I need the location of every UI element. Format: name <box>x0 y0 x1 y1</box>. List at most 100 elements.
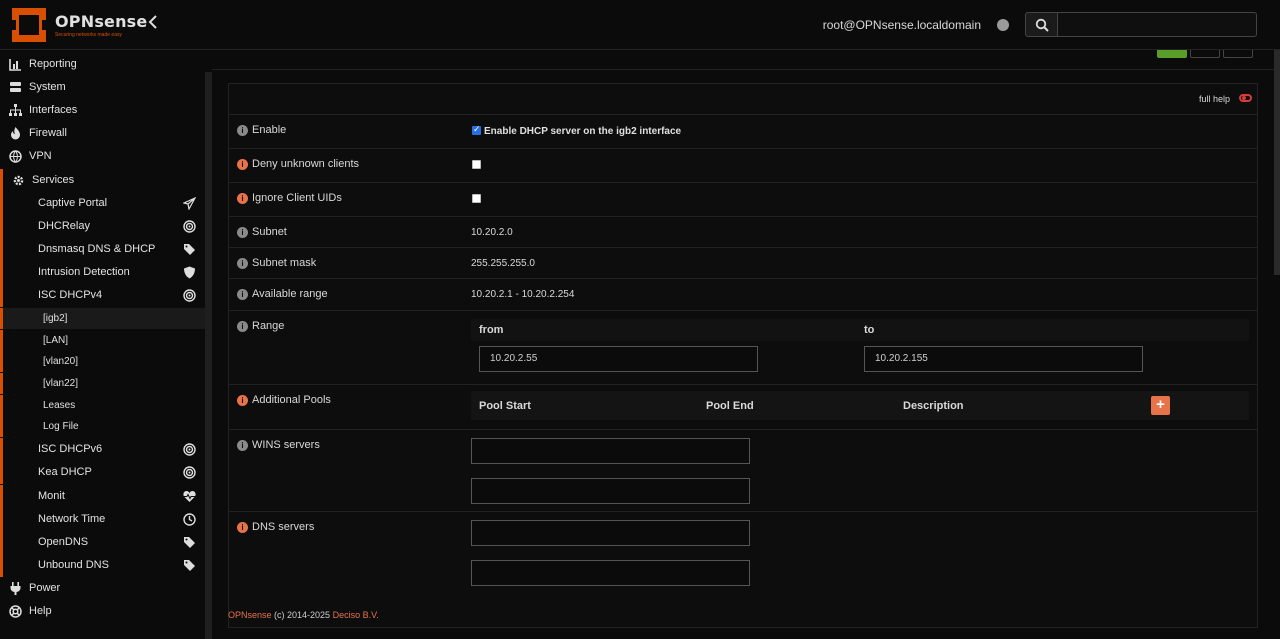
sidebar-item-vlan22[interactable]: [vlan22] <box>0 373 205 394</box>
sidebar-item-label: Monit <box>38 490 65 502</box>
subnet-row: i Subnet 10.20.2.0 <box>229 217 1257 248</box>
toolbar-button[interactable] <box>1190 50 1220 58</box>
sidebar-item-help[interactable]: Help <box>0 600 205 623</box>
sidebar-item-label: ISC DHCPv6 <box>38 443 103 455</box>
paper-plane-icon <box>183 197 196 210</box>
sidebar-item-kea-dhcp[interactable]: Kea DHCP <box>0 461 205 484</box>
sidebar-item-label: Intrusion Detection <box>38 266 130 278</box>
target-icon <box>183 443 196 456</box>
wins-server-2-input[interactable] <box>471 478 750 504</box>
sidebar-scrollbar[interactable] <box>205 72 212 639</box>
sidebar-item-network-time[interactable]: Network Time <box>0 508 205 531</box>
collapse-sidebar-icon[interactable] <box>148 15 162 35</box>
info-icon[interactable]: i <box>237 159 248 170</box>
additional-pools-label: Additional Pools <box>252 394 331 406</box>
info-icon[interactable]: i <box>237 227 248 238</box>
info-icon[interactable]: i <box>237 193 248 204</box>
deny-unknown-checkbox[interactable] <box>472 160 481 169</box>
full-help-label[interactable]: full help <box>1199 94 1230 104</box>
ignore-uids-label: Ignore Client UIDs <box>252 192 342 204</box>
dns-server-1-input[interactable] <box>471 520 750 546</box>
full-help-toggle[interactable] <box>1239 94 1252 102</box>
sidebar-item-lan[interactable]: [LAN] <box>0 330 205 351</box>
info-icon[interactable]: i <box>237 522 248 533</box>
description-header: Description <box>903 400 964 412</box>
sidebar-item-label: ISC DHCPv4 <box>38 289 103 301</box>
sidebar-item-system[interactable]: System <box>0 76 205 99</box>
sidebar-item-unbound-dns[interactable]: Unbound DNS <box>0 554 205 577</box>
target-icon <box>183 466 196 479</box>
network-icon <box>9 104 22 116</box>
enable-checkbox[interactable] <box>472 124 481 135</box>
sidebar-item-dnsmasq[interactable]: Dnsmasq DNS & DHCP <box>0 238 205 261</box>
page-scrollbar[interactable] <box>1274 50 1280 275</box>
globe-icon <box>9 150 22 163</box>
sidebar-item-label: Reporting <box>29 58 77 70</box>
sidebar-item-intrusion-detection[interactable]: Intrusion Detection <box>0 261 205 284</box>
sidebar-item-power[interactable]: Power <box>0 577 205 600</box>
range-to-input[interactable]: 10.20.2.155 <box>864 346 1143 372</box>
sidebar-item-label: Captive Portal <box>38 197 108 209</box>
shield-icon <box>184 266 195 279</box>
sidebar-item-label: Network Time <box>38 513 106 525</box>
sidebar-item-services[interactable]: Services <box>0 169 205 192</box>
sidebar-item-label: Services <box>32 174 75 186</box>
sidebar-item-isc-dhcpv6[interactable]: ISC DHCPv6 <box>0 438 205 461</box>
sidebar-item-label: Help <box>29 605 52 617</box>
sidebar-item-vlan20[interactable]: [vlan20] <box>0 351 205 372</box>
dhcp-settings-panel: full help i Enable Enable DHCP server on… <box>228 83 1258 628</box>
sidebar-item-log-file[interactable]: Log File <box>0 416 205 437</box>
sidebar-item-reporting[interactable]: Reporting <box>0 53 205 76</box>
sidebar-item-isc-dhcpv4[interactable]: ISC DHCPv4 <box>0 284 205 307</box>
sidebar-item-interfaces[interactable]: Interfaces <box>0 99 205 122</box>
available-range-label: Available range <box>252 288 328 300</box>
info-icon[interactable]: i <box>237 321 248 332</box>
sidebar-item-igb2[interactable]: [igb2] <box>0 308 205 329</box>
page-toolbar <box>212 50 1274 70</box>
info-icon[interactable]: i <box>237 395 248 406</box>
subnet-mask-label: Subnet mask <box>252 257 317 269</box>
search-input[interactable] <box>1057 12 1257 37</box>
range-from-input[interactable]: 10.20.2.55 <box>479 346 758 372</box>
deny-unknown-label: Deny unknown clients <box>252 158 360 170</box>
enable-row: i Enable Enable DHCP server on the igb2 … <box>229 115 1257 149</box>
range-header: from to <box>471 319 1249 341</box>
enable-label: Enable <box>252 124 287 136</box>
sidebar-item-dhcrelay[interactable]: DHCRelay <box>0 215 205 238</box>
ignore-uids-checkbox[interactable] <box>472 194 481 203</box>
sidebar-item-label: Power <box>29 582 61 594</box>
info-icon[interactable]: i <box>237 258 248 269</box>
sidebar-item-label: Firewall <box>29 127 67 139</box>
sidebar-item-vpn[interactable]: VPN <box>0 145 205 168</box>
add-pool-button[interactable]: + <box>1151 396 1170 415</box>
info-icon[interactable]: i <box>237 289 248 300</box>
dns-server-2-input[interactable] <box>471 560 750 586</box>
status-indicator[interactable] <box>997 19 1009 31</box>
toolbar-button[interactable] <box>1223 50 1253 58</box>
sidebar-item-monit[interactable]: Monit <box>0 485 205 508</box>
sidebar-item-opendns[interactable]: OpenDNS <box>0 531 205 554</box>
tags-icon <box>184 537 195 548</box>
footer-company-link[interactable]: Deciso B.V. <box>333 610 379 620</box>
info-icon[interactable]: i <box>237 125 248 136</box>
clock-icon <box>183 513 196 526</box>
full-help-row: full help <box>229 84 1257 115</box>
sidebar-item-captive-portal[interactable]: Captive Portal <box>0 192 205 215</box>
subnet-value: 10.20.2.0 <box>471 227 513 238</box>
additional-pools-row: i Additional Pools Pool Start Pool End D… <box>229 385 1257 430</box>
save-button[interactable] <box>1157 50 1187 58</box>
opnsense-logo[interactable] <box>10 6 48 44</box>
footer-brand-link[interactable]: OPNsense <box>228 610 272 620</box>
sidebar: Reporting System Interfaces Firewall VPN… <box>0 50 212 639</box>
subnet-mask-value: 255.255.255.0 <box>471 258 535 269</box>
user-menu[interactable]: root@OPNsense.localdomain <box>823 18 981 32</box>
chart-icon <box>9 59 21 71</box>
search-button[interactable] <box>1025 12 1058 37</box>
sidebar-item-leases[interactable]: Leases <box>0 395 205 416</box>
info-icon[interactable]: i <box>237 440 248 451</box>
wins-server-1-input[interactable] <box>471 438 750 464</box>
subnet-label: Subnet <box>252 226 287 238</box>
sidebar-item-label: OpenDNS <box>38 536 89 548</box>
sidebar-item-firewall[interactable]: Firewall <box>0 122 205 145</box>
gear-icon <box>13 175 24 186</box>
